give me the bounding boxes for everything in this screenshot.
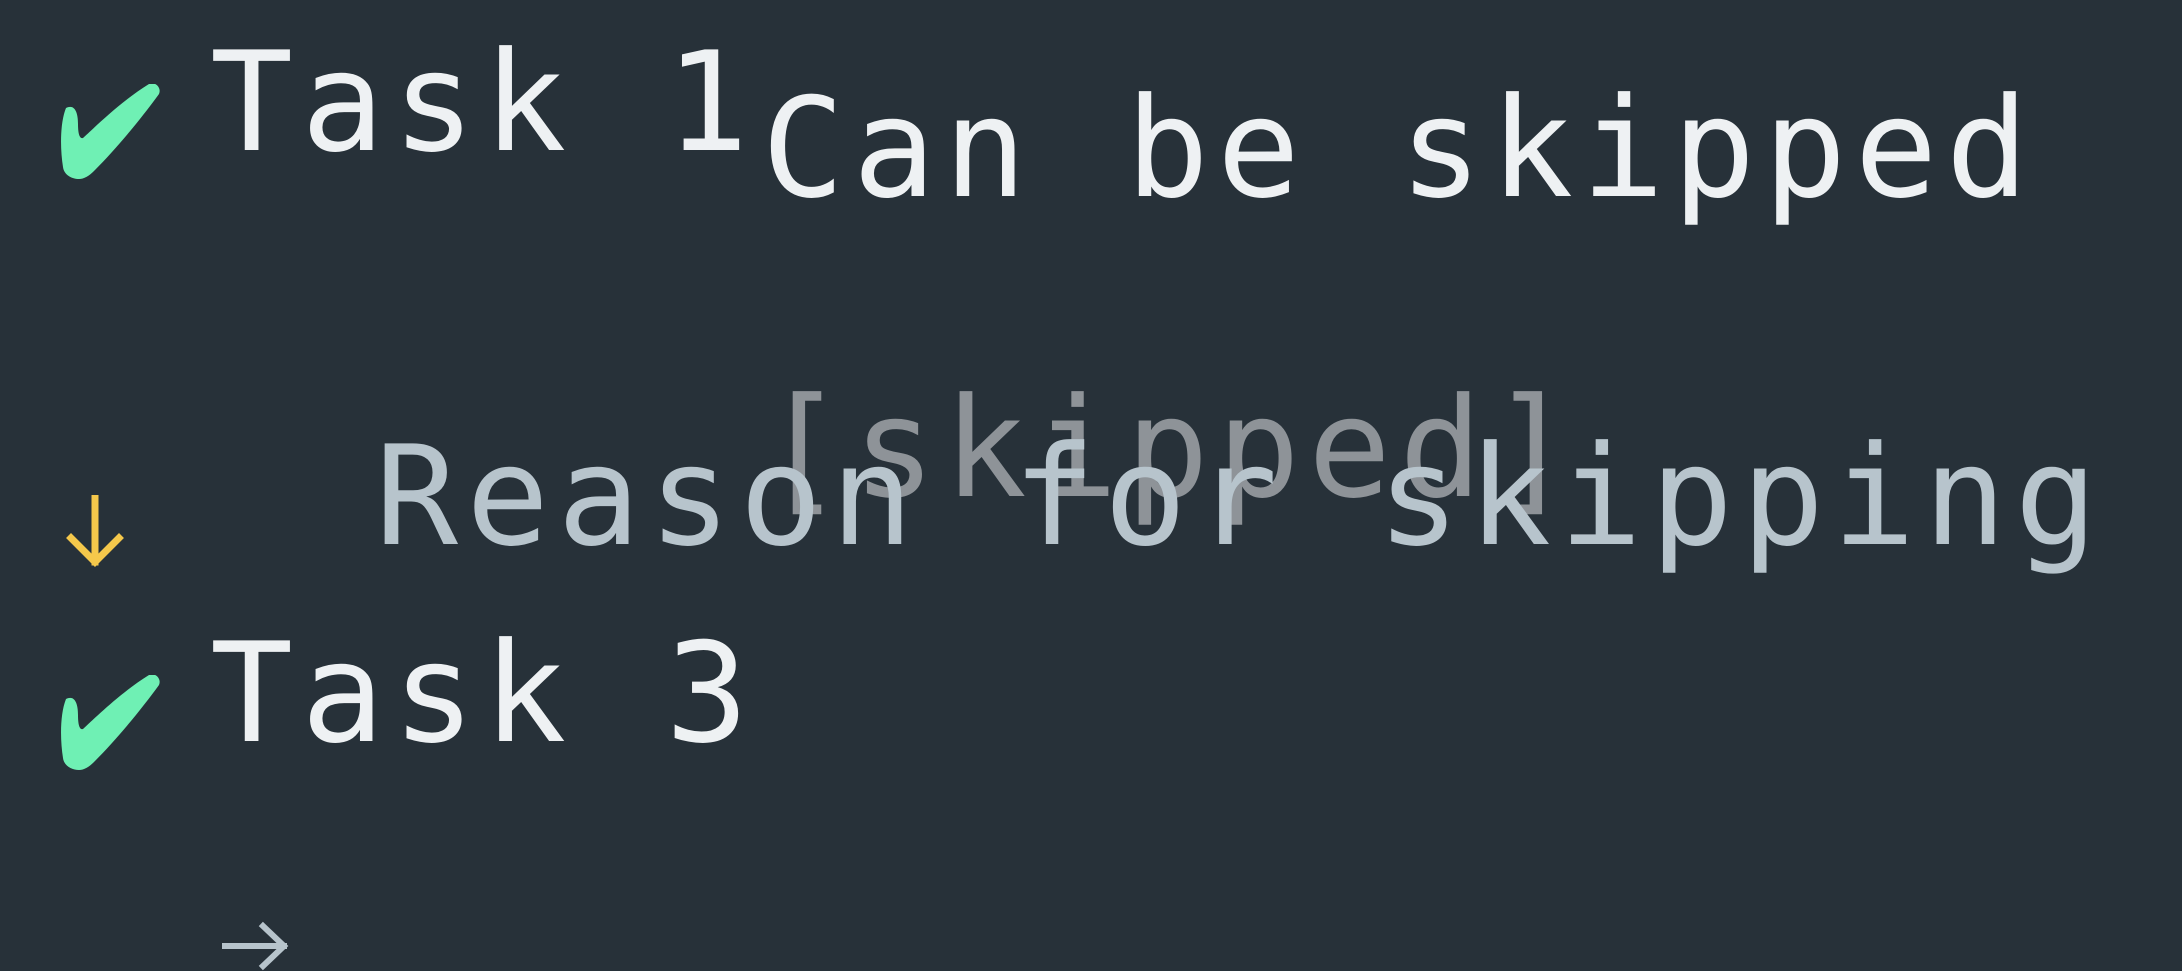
arrow-right-icon: [222, 921, 289, 971]
task-label: Task 3: [210, 613, 757, 774]
check-icon: [61, 84, 160, 179]
skip-reason-text: Reason for skipping: [375, 416, 2106, 577]
task-label-text: Can be skipped: [761, 68, 2037, 229]
check-icon: [61, 675, 160, 770]
arrow-down-icon: [66, 495, 124, 567]
terminal-output: Task 1 Can be skipped [skipped] Reason f…: [0, 0, 2182, 971]
